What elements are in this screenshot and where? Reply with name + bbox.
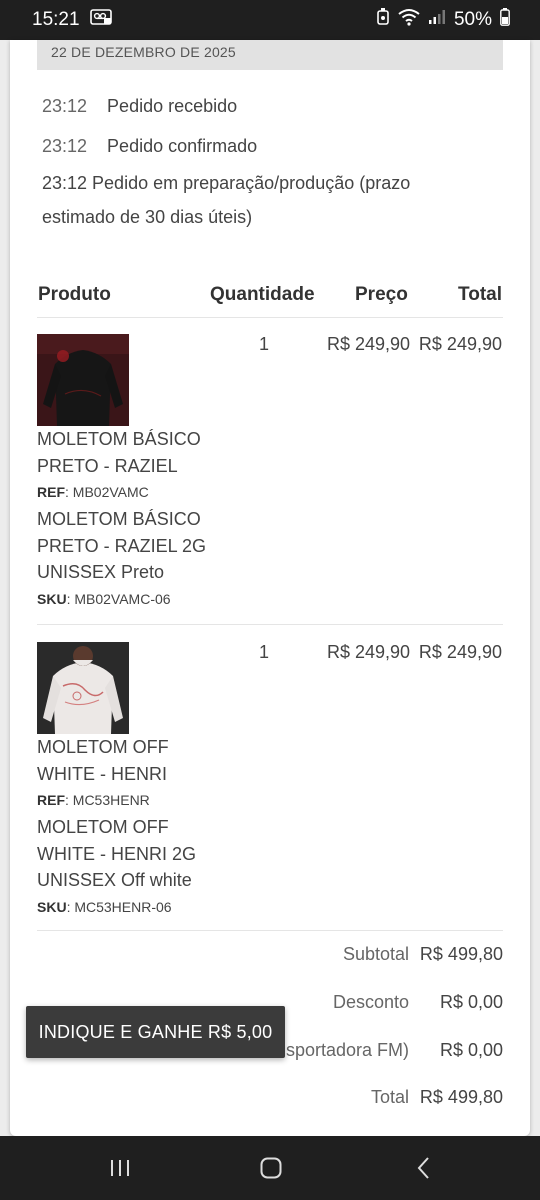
product-sku: SKU: MB02VAMC-06 — [37, 586, 212, 613]
sku-label: SKU — [37, 590, 67, 607]
product-name[interactable]: MOLETOM BÁSICO PRETO - RAZIEL — [37, 426, 212, 479]
recent-apps-icon[interactable] — [108, 1156, 132, 1180]
discount-label: Desconto — [332, 992, 409, 1012]
voicemail-icon — [89, 9, 112, 31]
product-image[interactable] — [37, 642, 129, 734]
timeline-text: Pedido confirmado — [107, 135, 258, 156]
battery-icon — [500, 8, 510, 32]
product-variant: MOLETOM BÁSICO PRETO - RAZIEL 2G UNISSEX… — [37, 509, 207, 582]
row-divider — [37, 624, 503, 625]
subtotal-value: R$ 499,80 — [419, 944, 503, 964]
navigation-bar — [0, 1136, 540, 1200]
product-ref: REF: MB02VAMC — [37, 479, 212, 506]
wifi-icon — [398, 8, 420, 32]
home-icon[interactable] — [259, 1156, 283, 1180]
table-row: 1 R$ 249,90 R$ 249,90 MOLETOM OFF WHITE … — [37, 642, 503, 922]
item-price: R$ 249,90 — [327, 334, 411, 354]
ref-value: : MB02VAMC — [65, 484, 149, 500]
item-total: R$ 249,90 — [418, 642, 502, 662]
battery-percent: 50% — [453, 9, 492, 30]
clock: 15:21 — [32, 9, 80, 30]
alarm-icon — [376, 8, 390, 32]
product-image[interactable] — [37, 334, 129, 426]
product-sku: SKU: MC53HENR-06 — [37, 894, 212, 921]
total-label: Total — [370, 1087, 409, 1107]
shipping-label: sportadora FM) — [285, 1040, 409, 1060]
summary-total: Total R$ 499,80 — [371, 1087, 503, 1108]
product-description: MOLETOM BÁSICO PRETO - RAZIEL REF: MB02V… — [37, 426, 212, 613]
sku-value: : MC53HENR-06 — [66, 898, 172, 915]
summary-discount: Desconto R$ 0,00 — [333, 992, 503, 1013]
item-total: R$ 249,90 — [418, 334, 502, 354]
timeline-entry: 23:12 Pedido recebido — [42, 86, 482, 126]
table-header: Produto Quantidade Preço Total — [37, 276, 503, 318]
product-description: MOLETOM OFF WHITE - HENRI REF: MC53HENR … — [37, 734, 212, 921]
signal-icon — [428, 9, 446, 31]
item-quantity: 1 — [259, 334, 270, 354]
ref-label: REF — [37, 792, 65, 808]
summary-subtotal: Subtotal R$ 499,80 — [343, 944, 503, 965]
product-ref: REF: MC53HENR — [37, 787, 212, 814]
timeline-time: 23:12 — [42, 95, 88, 116]
ref-label: REF — [37, 484, 65, 500]
status-bar: 15:21 50% — [0, 0, 540, 40]
total-value: R$ 499,80 — [419, 1087, 503, 1107]
item-quantity: 1 — [259, 642, 270, 662]
timeline-text: Pedido recebido — [107, 95, 238, 116]
sku-value: : MB02VAMC-06 — [66, 590, 171, 607]
timeline-entry: 23:12 Pedido confirmado — [42, 126, 482, 166]
ref-value: : MC53HENR — [65, 792, 150, 808]
back-icon[interactable] — [412, 1156, 436, 1180]
sku-label: SKU — [37, 898, 67, 915]
table-row: 1 R$ 249,90 R$ 249,90 MOLETOM BÁSICO PRE… — [37, 334, 503, 614]
order-details-card: 22 DE DEZEMBRO DE 2025 23:12 Pedido rece… — [10, 40, 530, 1136]
shipping-value: R$ 0,00 — [439, 1040, 503, 1060]
summary-shipping: sportadora FM) R$ 0,00 — [286, 1040, 503, 1061]
header-product: Produto — [38, 284, 111, 305]
referral-toast-button[interactable]: INDIQUE E GANHE R$ 5,00 — [26, 1006, 285, 1058]
order-date: 22 DE DEZEMBRO DE 2025 — [37, 40, 503, 70]
header-total: Total — [458, 284, 502, 305]
item-price: R$ 249,90 — [327, 642, 411, 662]
subtotal-label: Subtotal — [342, 944, 409, 964]
discount-value: R$ 0,00 — [439, 992, 503, 1012]
row-divider — [37, 930, 503, 931]
product-name[interactable]: MOLETOM OFF WHITE - HENRI — [37, 734, 212, 787]
order-timeline: 23:12 Pedido recebido 23:12 Pedido confi… — [42, 86, 482, 234]
timeline-entry-production: 23:12 Pedido em preparação/produção (pra… — [42, 173, 411, 227]
product-variant: MOLETOM OFF WHITE - HENRI 2G UNISSEX Off… — [37, 817, 197, 890]
header-price: Preço — [355, 284, 408, 305]
header-quantity: Quantidade — [210, 284, 315, 305]
timeline-time: 23:12 — [42, 135, 88, 156]
